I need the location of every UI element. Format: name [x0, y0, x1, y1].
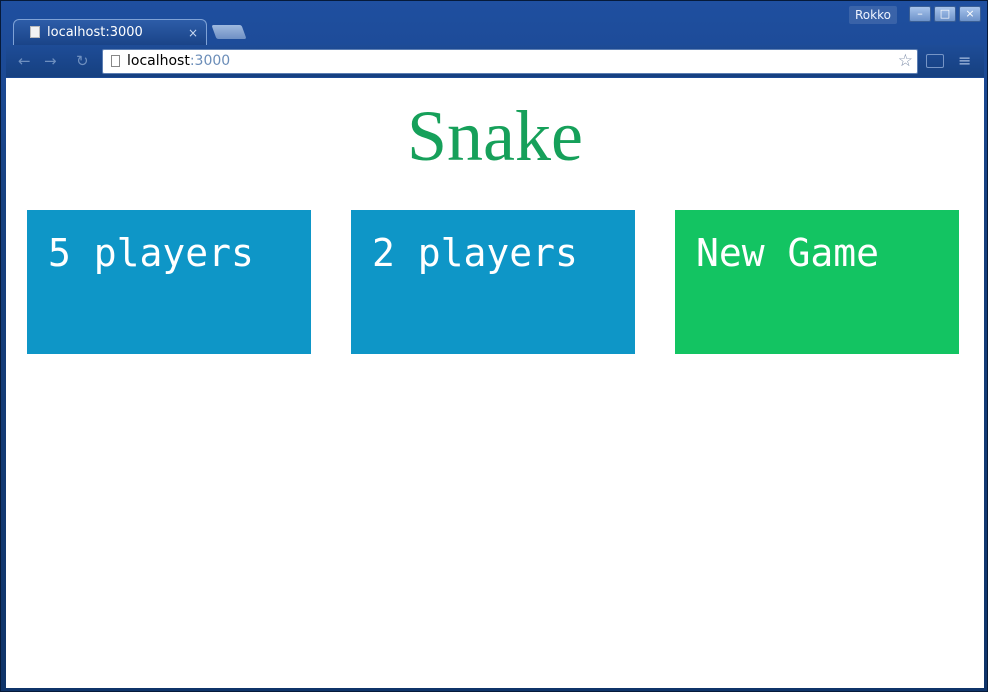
minimize-button[interactable]: –	[909, 6, 931, 22]
browser-window: Rokko – □ × localhost:3000 × ← → ↻ local…	[0, 0, 988, 692]
address-bar[interactable]: localhost:3000 ☆	[102, 49, 918, 74]
two-players-button[interactable]: 2 players	[351, 210, 635, 354]
tab-close-icon[interactable]: ×	[188, 21, 198, 45]
close-window-button[interactable]: ×	[959, 6, 981, 22]
new-game-button[interactable]: New Game	[675, 210, 959, 354]
page-content: Snake 5 players 2 players New Game	[6, 78, 984, 688]
back-icon[interactable]: ←	[18, 51, 31, 71]
maximize-button[interactable]: □	[934, 6, 956, 22]
page-title: Snake	[407, 96, 583, 176]
reload-icon[interactable]: ↻	[76, 51, 89, 71]
new-tab-button[interactable]	[211, 25, 247, 39]
browser-toolbar: ← → ↻ localhost:3000 ☆ ≡	[6, 45, 984, 77]
five-players-button[interactable]: 5 players	[27, 210, 311, 354]
url-host: localhost	[127, 53, 190, 69]
url-text: localhost:3000	[127, 50, 230, 73]
extension-icon[interactable]	[926, 54, 944, 68]
url-port: :3000	[189, 53, 231, 69]
bookmark-star-icon[interactable]: ☆	[898, 51, 913, 71]
page-icon	[30, 26, 40, 38]
forward-icon[interactable]: →	[44, 51, 57, 71]
menu-icon[interactable]: ≡	[958, 51, 971, 71]
tab-title: localhost:3000	[47, 25, 143, 40]
browser-tab[interactable]: localhost:3000 ×	[13, 19, 207, 45]
window-user-label: Rokko	[849, 6, 897, 24]
page-icon	[111, 55, 120, 67]
